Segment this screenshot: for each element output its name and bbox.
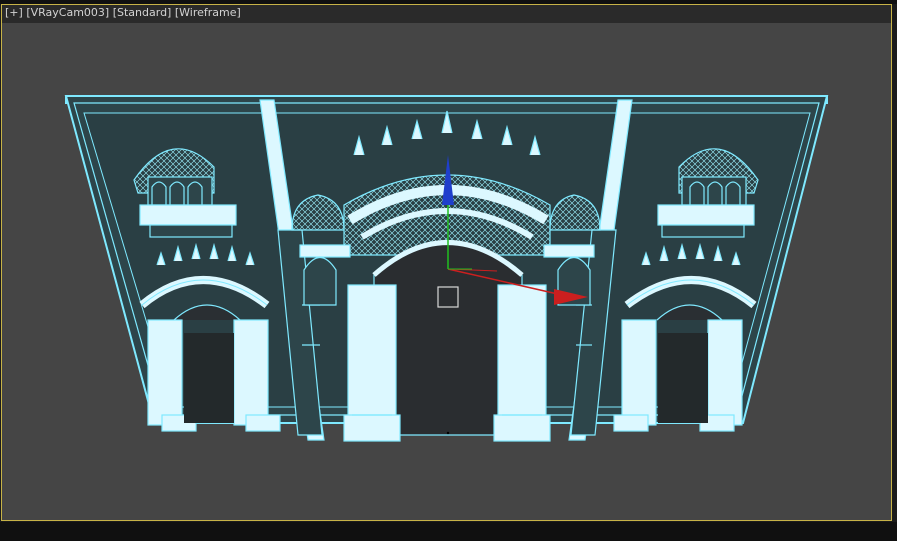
wireframe-gateway-model[interactable] bbox=[2, 5, 891, 520]
right-panel-edge bbox=[893, 4, 897, 521]
bottom-status-strip bbox=[0, 522, 897, 541]
camera-viewport[interactable]: [+] [VRayCam003] [Standard] [Wireframe] bbox=[1, 4, 892, 521]
